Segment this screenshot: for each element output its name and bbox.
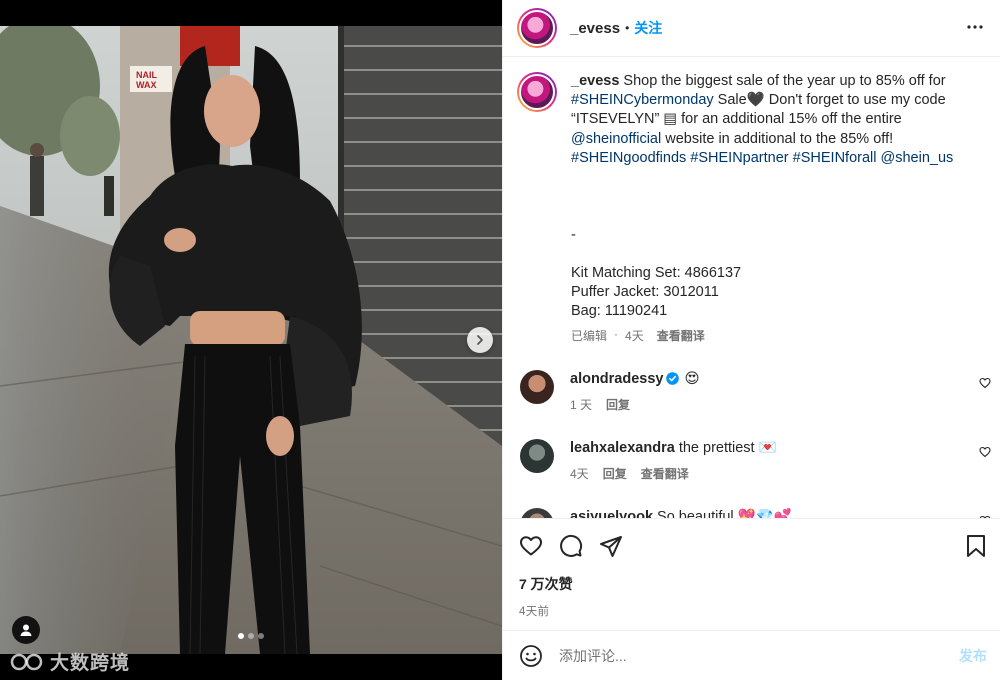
- post-caption: _evess Shop the biggest sale of the year…: [503, 58, 1000, 344]
- see-translation-link[interactable]: 查看翻译: [641, 465, 689, 482]
- comment-input[interactable]: [559, 647, 959, 664]
- post-photo[interactable]: NAIL WAX: [0, 26, 502, 654]
- post-actions: 7 万次赞 4天前: [503, 518, 1000, 630]
- mention-link[interactable]: @sheinofficial: [571, 131, 661, 147]
- comment-text: the prettiest 💌: [674, 439, 777, 456]
- caption-text-part: Shop the biggest sale of the year up to …: [619, 73, 946, 89]
- caption-time[interactable]: 4天: [625, 327, 644, 344]
- mention-link[interactable]: @shein_us: [881, 150, 954, 166]
- street-photo-illustration: NAIL WAX: [0, 26, 502, 654]
- like-button[interactable]: [519, 534, 543, 558]
- tagged-users-button[interactable]: [12, 616, 40, 644]
- follow-button[interactable]: 关注: [634, 18, 662, 38]
- comment-composer: 发布: [503, 630, 1000, 680]
- post-side-panel: _evess • 关注 _evess Shop the biggest sale…: [502, 0, 1000, 680]
- comment-item: asiyuelyook So beautiful 💖💎💕: [503, 507, 1000, 518]
- hashtag-link[interactable]: #SHEINpartner: [690, 150, 788, 166]
- chevron-right-icon: [477, 335, 483, 345]
- hashtag-link[interactable]: #SHEINforall: [793, 150, 877, 166]
- post-header: _evess • 关注: [503, 0, 1000, 57]
- post-media-pane: NAIL WAX 大数跨境: [0, 0, 502, 680]
- carousel-indicator: [238, 633, 264, 639]
- verified-badge-icon: [665, 371, 679, 385]
- watermark: 大数跨境: [10, 648, 130, 675]
- svg-text:WAX: WAX: [136, 80, 157, 90]
- author-avatar[interactable]: [517, 8, 557, 48]
- see-translation-link[interactable]: 查看翻译: [657, 327, 705, 344]
- comment-like-button[interactable]: [979, 445, 991, 461]
- comment-text: 😍: [680, 370, 700, 387]
- header-separator: •: [625, 21, 630, 35]
- comment-button[interactable]: [559, 534, 583, 558]
- commenter-avatar[interactable]: [520, 369, 554, 404]
- comments-scroll-area[interactable]: _evess Shop the biggest sale of the year…: [503, 58, 1000, 518]
- user-icon: [20, 624, 32, 636]
- carousel-dot-active: [238, 633, 244, 639]
- caption-author-avatar[interactable]: [517, 72, 557, 112]
- post-comment-button[interactable]: 发布: [959, 646, 987, 666]
- more-horizontal-icon: [967, 25, 983, 29]
- commenter-username[interactable]: asiyuelyook: [570, 509, 653, 518]
- emoji-icon: [520, 644, 542, 667]
- caption-item-codes: - Kit Matching Set: 4866137 Puffer Jacke…: [571, 226, 742, 320]
- more-options-button[interactable]: [966, 18, 984, 39]
- comment-icon: [560, 534, 583, 557]
- send-icon: [600, 536, 622, 557]
- meta-dot: ·: [614, 326, 619, 341]
- author-username[interactable]: _evess: [570, 20, 620, 37]
- caption-username[interactable]: _evess: [571, 73, 619, 89]
- commenter-username[interactable]: alondradessy: [570, 371, 664, 387]
- hashtag-link[interactable]: #SHEINCybermonday: [571, 92, 714, 108]
- post-timestamp[interactable]: 4天前: [519, 603, 987, 619]
- watermark-text: 大数跨境: [50, 653, 131, 674]
- comment-item: leahxalexandra the prettiest 💌 4天 回复 查看翻…: [503, 438, 1000, 482]
- reply-button[interactable]: 回复: [606, 396, 630, 413]
- carousel-dot: [248, 633, 254, 639]
- edited-label: 已编辑: [571, 328, 608, 343]
- caption-meta: 已编辑 · 4天 查看翻译: [571, 327, 981, 344]
- caption-text-part: website in additional to the 85% off!: [661, 130, 894, 147]
- comment-like-button[interactable]: [979, 376, 991, 392]
- comment-text: So beautiful 💖💎💕: [653, 508, 792, 518]
- commenter-avatar[interactable]: [520, 438, 554, 473]
- commenter-username[interactable]: leahxalexandra: [570, 440, 675, 456]
- comment-time[interactable]: 4天: [570, 465, 589, 482]
- bookmark-icon: [967, 535, 985, 557]
- carousel-next-button[interactable]: [467, 327, 493, 353]
- commenter-avatar[interactable]: [520, 507, 554, 518]
- share-button[interactable]: [599, 534, 623, 558]
- svg-text:NAIL: NAIL: [136, 70, 157, 80]
- carousel-dot: [258, 633, 264, 639]
- watermark-logo-icon: [10, 653, 43, 670]
- reply-button[interactable]: 回复: [603, 465, 627, 482]
- likes-count[interactable]: 7 万次赞: [519, 574, 987, 594]
- comment-time[interactable]: 1 天: [570, 396, 592, 413]
- comment-item: alondradessy 😍 1 天 回复: [503, 369, 1000, 413]
- save-button[interactable]: [965, 534, 987, 558]
- hashtag-link[interactable]: #SHEINgoodfinds: [571, 150, 686, 166]
- heart-icon: [520, 536, 542, 556]
- heart-icon: [979, 377, 991, 388]
- caption-text: _evess Shop the biggest sale of the year…: [571, 72, 981, 322]
- heart-icon: [979, 446, 991, 457]
- emoji-button[interactable]: [519, 644, 543, 668]
